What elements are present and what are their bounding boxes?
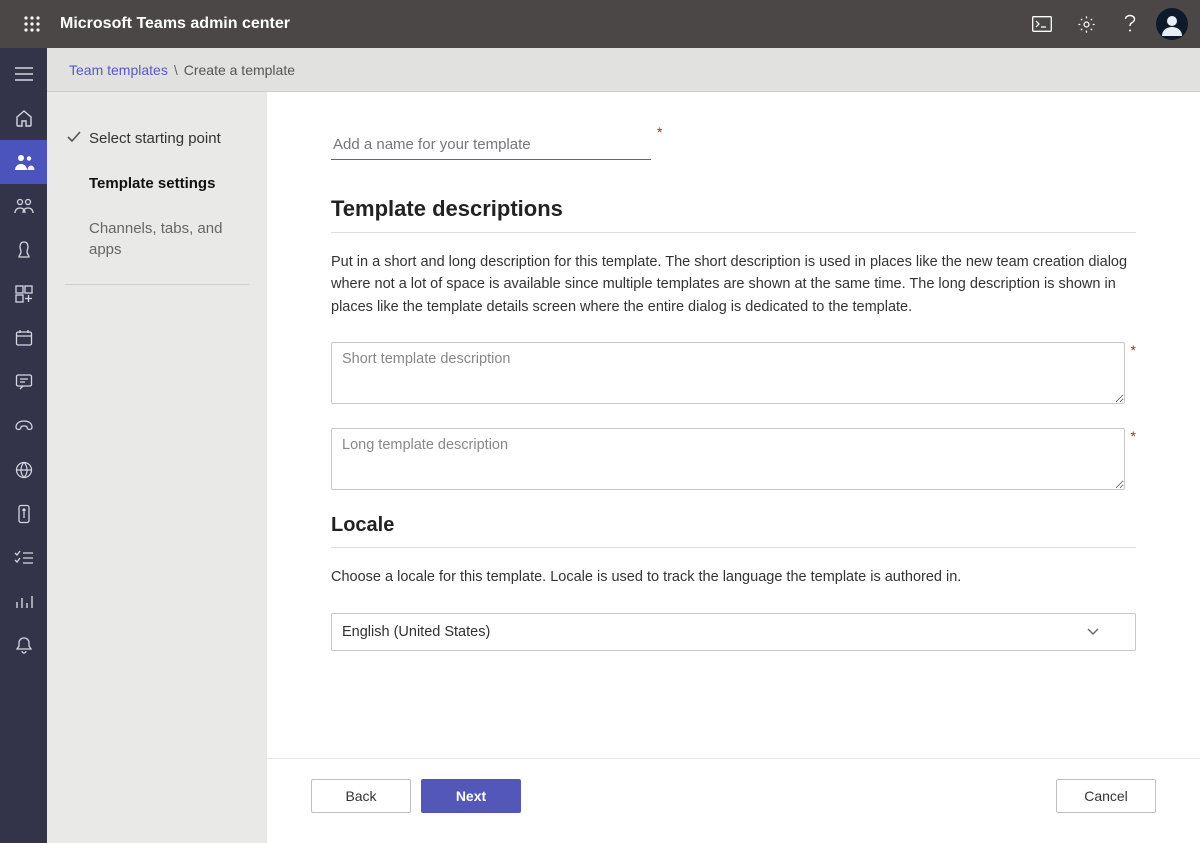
teams-icon (13, 153, 35, 171)
waffle-icon (24, 16, 40, 32)
shell-action-button[interactable] (1020, 0, 1064, 48)
globe-icon (15, 461, 33, 479)
required-indicator: * (1131, 342, 1136, 358)
breadcrumb-current: Create a template (184, 62, 295, 78)
next-button[interactable]: Next (421, 779, 521, 813)
account-avatar[interactable] (1156, 8, 1188, 40)
breadcrumb-separator: \ (174, 62, 178, 78)
breadcrumb: Team templates \ Create a template (47, 48, 1200, 92)
rail-meetings[interactable] (0, 316, 47, 360)
left-nav-rail (0, 48, 47, 843)
apps-icon (15, 285, 33, 303)
locale-select-value: English (United States) (342, 624, 490, 640)
locale-select[interactable]: English (United States) (331, 613, 1136, 651)
rail-teams[interactable] (0, 140, 47, 184)
rail-users[interactable] (0, 184, 47, 228)
app-title: Microsoft Teams admin center (60, 15, 290, 33)
rail-devices[interactable] (0, 228, 47, 272)
rail-analytics[interactable] (0, 580, 47, 624)
device-icon (15, 240, 33, 260)
check-icon (67, 131, 81, 143)
gear-icon (1077, 15, 1096, 34)
rail-messaging[interactable] (0, 360, 47, 404)
avatar-icon (1159, 11, 1185, 37)
rail-apps[interactable] (0, 272, 47, 316)
back-button[interactable]: Back (311, 779, 411, 813)
rail-locations[interactable] (0, 448, 47, 492)
section-help-locale: Choose a locale for this template. Local… (331, 566, 1136, 588)
checklist-icon (14, 550, 34, 566)
rail-hamburger[interactable] (0, 52, 47, 96)
rail-policy[interactable] (0, 492, 47, 536)
chat-icon (15, 373, 33, 391)
analytics-icon (15, 594, 33, 610)
required-indicator: * (657, 124, 662, 140)
help-icon (1124, 14, 1136, 34)
long-description-input[interactable] (331, 428, 1125, 490)
phone-icon (14, 418, 34, 434)
home-icon (14, 108, 34, 128)
wizard-step-starting-point[interactable]: Select starting point (65, 128, 249, 149)
wizard-step-label: Channels, tabs, and apps (89, 218, 249, 260)
hamburger-icon (15, 67, 33, 81)
calendar-icon (15, 329, 33, 347)
wizard-step-nav: Select starting point Template settings … (47, 92, 267, 843)
policy-icon (17, 504, 31, 524)
bell-icon (16, 637, 32, 655)
template-name-input[interactable] (331, 130, 651, 160)
prompt-icon (1032, 16, 1052, 32)
settings-button[interactable] (1064, 0, 1108, 48)
rail-tasks[interactable] (0, 536, 47, 580)
section-title-locale: Locale (331, 514, 1136, 548)
global-header: Microsoft Teams admin center (0, 0, 1200, 48)
wizard-step-template-settings[interactable]: Template settings (65, 173, 249, 194)
rail-voice[interactable] (0, 404, 47, 448)
short-description-input[interactable] (331, 342, 1125, 404)
rail-home[interactable] (0, 96, 47, 140)
help-button[interactable] (1108, 0, 1152, 48)
wizard-step-label: Template settings (89, 173, 215, 194)
wizard-footer: Back Next Cancel (267, 758, 1200, 843)
wizard-step-channels-tabs-apps[interactable]: Channels, tabs, and apps (65, 218, 249, 260)
cancel-button[interactable]: Cancel (1056, 779, 1156, 813)
required-indicator: * (1131, 428, 1136, 444)
users-icon (14, 197, 34, 215)
section-help-descriptions: Put in a short and long description for … (331, 251, 1136, 318)
breadcrumb-parent-link[interactable]: Team templates (69, 62, 168, 78)
section-title-descriptions: Template descriptions (331, 196, 1136, 233)
app-launcher-button[interactable] (8, 0, 56, 48)
chevron-down-icon (1087, 628, 1099, 636)
wizard-step-label: Select starting point (89, 128, 221, 149)
rail-notifications[interactable] (0, 624, 47, 668)
